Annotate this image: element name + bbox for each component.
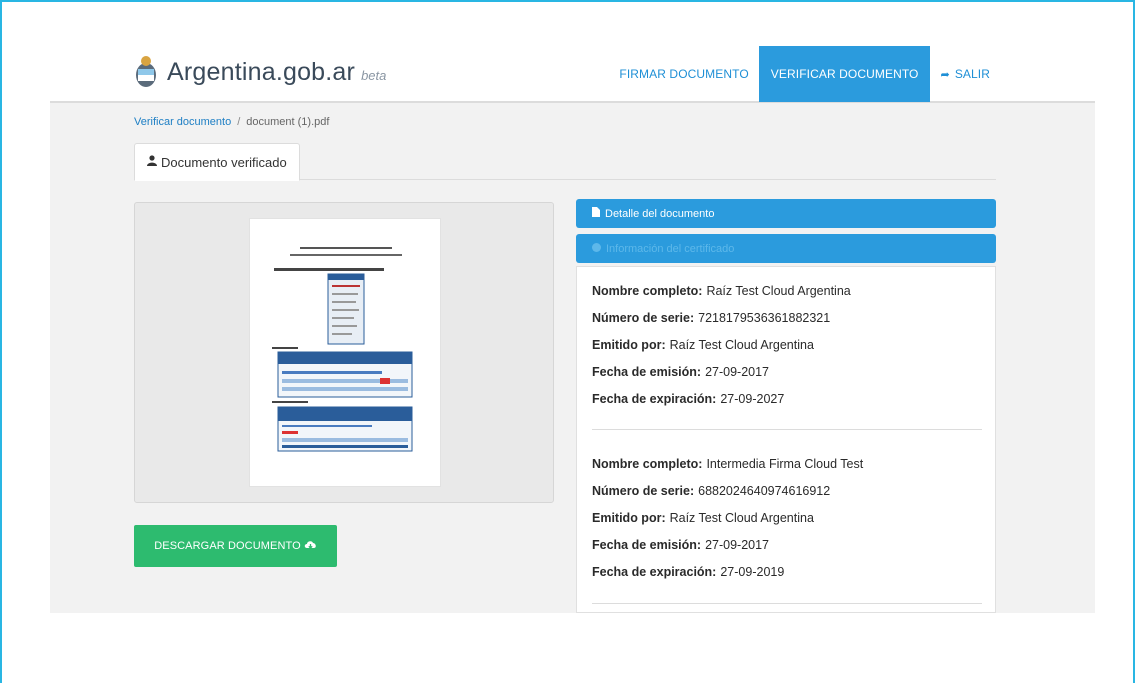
cert-expires-label: Fecha de expiración:	[592, 391, 717, 406]
certificate-entry: Nombre completo: Raíz Test Cloud Argentin…	[592, 277, 982, 412]
nav-verify-document[interactable]: VERIFICAR DOCUMENTO	[758, 46, 931, 102]
cert-issued-row: Fecha de emisión: 27-09-2017	[592, 358, 982, 385]
argentina-coat-of-arms-icon	[135, 55, 157, 89]
download-button-label: DESCARGAR DOCUMENTO	[154, 540, 301, 552]
cert-serial-row: Número de serie: 6882024640974616912	[592, 477, 982, 504]
cert-issuer-label: Emitido por:	[592, 337, 666, 352]
cert-serial-row: Número de serie: 7218179536361882321	[592, 304, 982, 331]
cert-issuer-label: Emitido por:	[592, 510, 666, 525]
tab-label: Documento verificado	[161, 154, 287, 170]
cert-expires-value: 27-09-2027	[720, 391, 785, 406]
sign-out-icon: ➦	[940, 68, 950, 81]
tab-verified-document[interactable]: Documento verificado	[134, 143, 300, 181]
certificate-divider	[592, 603, 982, 604]
info-circle-icon	[592, 242, 601, 255]
document-page-thumbnail	[249, 218, 441, 487]
cert-name-label: Nombre completo:	[592, 456, 703, 471]
download-document-button[interactable]: DESCARGAR DOCUMENTO	[134, 525, 337, 567]
cert-issuer-value: Raíz Test Cloud Argentina	[669, 337, 814, 352]
breadcrumb-current: document (1).pdf	[246, 116, 330, 128]
cert-serial-label: Número de serie:	[592, 310, 695, 325]
cert-issued-label: Fecha de emisión:	[592, 364, 702, 379]
cert-serial-value: 7218179536361882321	[698, 310, 831, 325]
nav-verify-label: VERIFICAR DOCUMENTO	[770, 67, 919, 81]
cert-expires-row: Fecha de expiración: 27-09-2027	[592, 385, 982, 412]
cloud-download-icon	[304, 540, 317, 553]
nav-sign-document[interactable]: FIRMAR DOCUMENTO	[609, 46, 758, 102]
breadcrumb-verify-link[interactable]: Verificar documento	[134, 116, 231, 128]
document-detail-label: Detalle del documento	[605, 207, 715, 220]
file-icon	[592, 207, 600, 220]
cert-expires-label: Fecha de expiración:	[592, 564, 717, 579]
cert-serial-label: Número de serie:	[592, 483, 695, 498]
cert-issued-value: 27-09-2017	[705, 364, 770, 379]
site-header: Argentina.gob.ar beta FIRMAR DOCUMENTO V…	[50, 45, 1095, 103]
cert-issuer-row: Emitido por: Raíz Test Cloud Argentina	[592, 331, 982, 358]
cert-serial-value: 6882024640974616912	[698, 483, 831, 498]
site-logo[interactable]: Argentina.gob.ar beta	[135, 55, 386, 89]
main-content: Verificar documento / document (1).pdf Doc…	[50, 103, 1095, 613]
cert-expires-row: Fecha de expiración: 27-09-2019	[592, 558, 982, 585]
cert-issuer-value: Raíz Test Cloud Argentina	[669, 510, 814, 525]
cert-name-value: Raíz Test Cloud Argentina	[706, 283, 851, 298]
certificate-info-toggle[interactable]: Información del certificado	[576, 234, 996, 263]
certificate-entry: Nombre completo: Intermedia Firma Cloud T…	[592, 450, 982, 585]
beta-label: beta	[361, 67, 387, 83]
certificate-info-label: Información del certificado	[606, 242, 735, 255]
nav-sign-label: FIRMAR DOCUMENTO	[619, 67, 749, 81]
cert-name-row: Nombre completo: Raíz Test Cloud Argentin…	[592, 277, 982, 304]
document-detail-toggle[interactable]: Detalle del documento	[576, 199, 996, 228]
cert-name-value: Intermedia Firma Cloud Test	[706, 456, 864, 471]
main-nav: FIRMAR DOCUMENTO VERIFICAR DOCUMENTO ➦ S…	[609, 46, 1000, 102]
nav-exit[interactable]: ➦ SALIR	[930, 46, 1000, 102]
tab-bar: Documento verificado	[134, 143, 996, 181]
brand-name: Argentina.gob.ar	[167, 57, 356, 86]
nav-exit-label: SALIR	[954, 67, 990, 81]
cert-issuer-row: Emitido por: Raíz Test Cloud Argentina	[592, 504, 982, 531]
cert-issued-label: Fecha de emisión:	[592, 537, 702, 552]
breadcrumb: Verificar documento / document (1).pdf	[134, 116, 329, 128]
user-icon	[147, 155, 157, 169]
cert-issued-value: 27-09-2017	[705, 537, 770, 552]
certificate-info-panel: Nombre completo: Raíz Test Cloud Argentin…	[576, 266, 996, 613]
cert-expires-value: 27-09-2019	[720, 564, 785, 579]
breadcrumb-separator: /	[237, 116, 241, 128]
cert-name-row: Nombre completo: Intermedia Firma Cloud T…	[592, 450, 982, 477]
cert-issued-row: Fecha de emisión: 27-09-2017	[592, 531, 982, 558]
cert-name-label: Nombre completo:	[592, 283, 703, 298]
document-preview	[134, 202, 554, 503]
certificate-divider	[592, 429, 982, 430]
